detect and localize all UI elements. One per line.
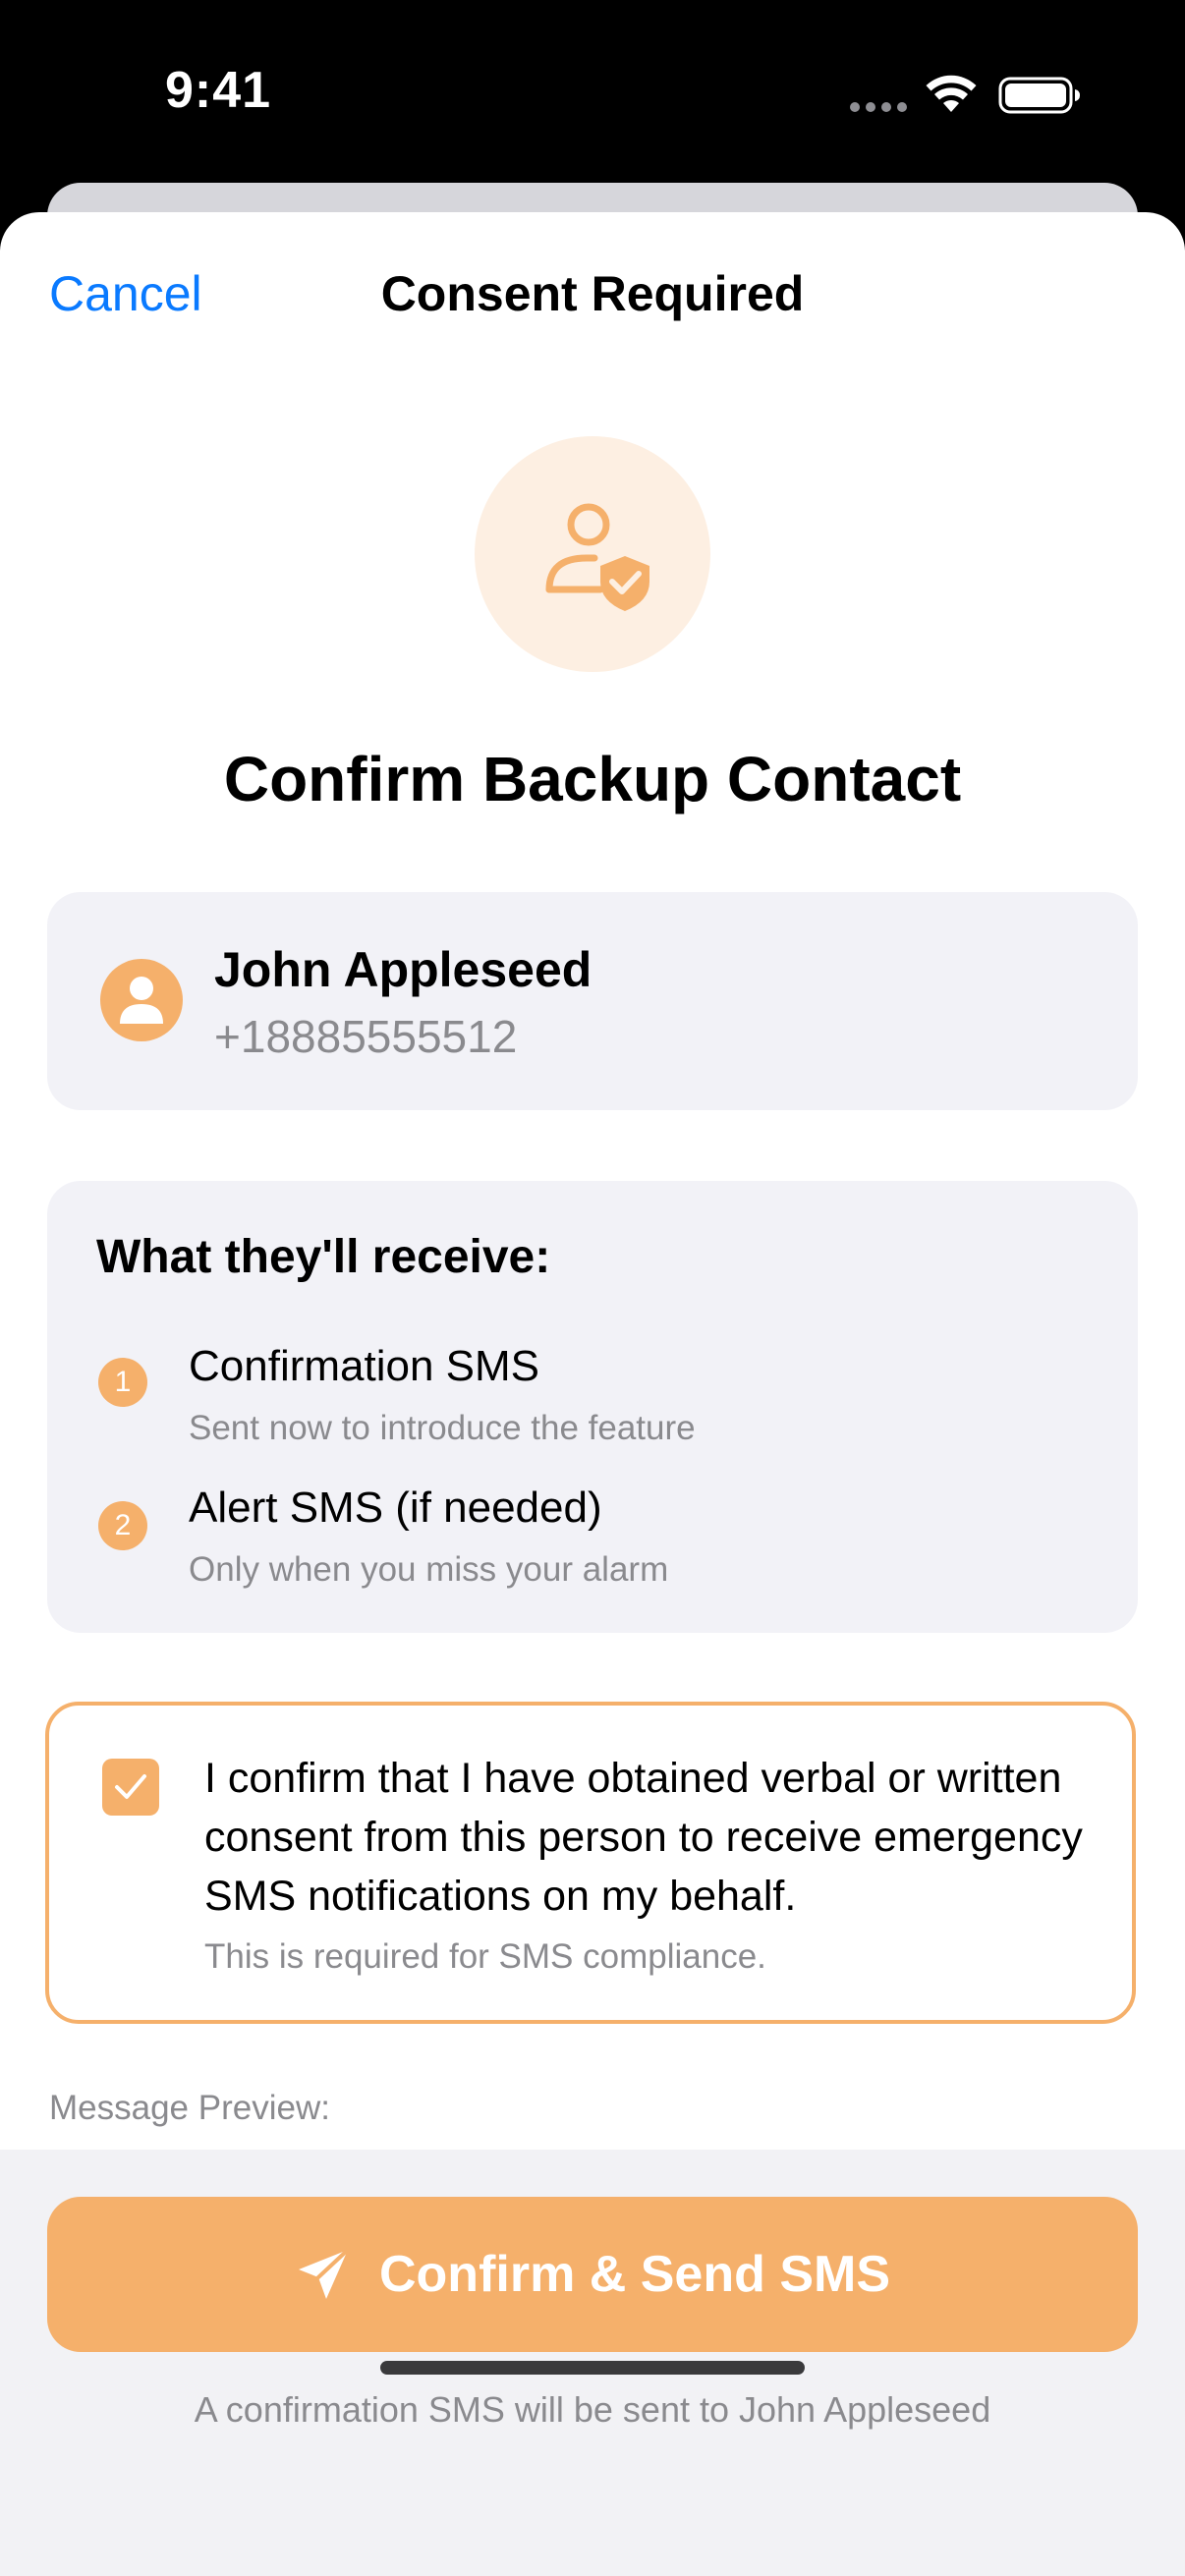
confirm-send-sms-button[interactable]: Confirm & Send SMS [47,2197,1138,2352]
battery-icon [998,77,1080,114]
message-preview-label: Message Preview: [49,2089,330,2127]
step-title-2: Alert SMS (if needed) [189,1484,602,1532]
contact-phone: +18885555512 [214,1011,518,1062]
wifi-icon [926,75,977,112]
step-number-1: 1 [98,1358,147,1407]
headline: Confirm Backup Contact [223,744,962,814]
step-title-1: Confirmation SMS [189,1342,540,1390]
step-subtitle-2: Only when you miss your alarm [189,1550,669,1589]
person-shield-check-icon [545,503,649,611]
status-time: 9:41 [165,62,272,119]
checkmark-icon [115,1774,146,1799]
footer-note: A confirmation SMS will be sent to John … [194,2389,991,2430]
step-subtitle-1: Sent now to introduce the feature [189,1409,696,1447]
consent-box[interactable]: I confirm that I have obtained verbal or… [45,1702,1136,2024]
paper-plane-icon [298,2248,350,2299]
consent-checkbox[interactable] [102,1759,159,1816]
avatar [100,959,183,1041]
contact-name: John Appleseed [214,942,592,997]
person-icon [120,977,163,1024]
step-number-2: 2 [98,1501,147,1550]
receive-heading: What they'll receive: [96,1231,551,1283]
hero-badge [475,436,710,672]
confirm-send-sms-label: Confirm & Send SMS [378,2246,891,2303]
cancel-button[interactable]: Cancel [49,265,202,322]
home-indicator[interactable] [380,2361,805,2375]
status-bar: 9:41 [0,0,1185,187]
consent-note: This is required for SMS compliance. [204,1937,766,1976]
contact-card: John Appleseed +18885555512 [47,892,1138,1110]
receive-card: What they'll receive: 1 Confirmation SMS… [47,1181,1138,1633]
consent-text: I confirm that I have obtained verbal or… [204,1755,1083,1920]
cellular-dots-icon [850,102,907,112]
screen: 9:41 Cancel Consent Required Confirm Bac… [0,0,1185,2576]
